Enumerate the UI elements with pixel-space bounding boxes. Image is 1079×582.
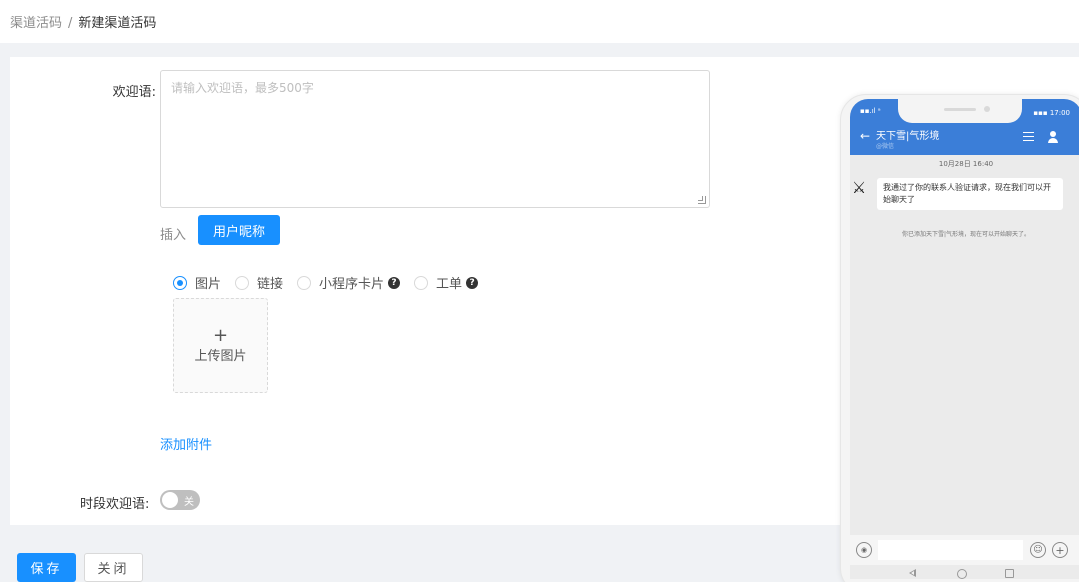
camera-icon [984,106,990,112]
add-attachment-link[interactable]: 添加附件 [160,434,212,453]
chat-input-bar: ◉ ☺ + [850,535,1079,565]
emoji-icon: ☺ [1030,542,1046,558]
android-recent-icon [1005,569,1014,578]
phone-notch [898,99,1022,123]
attachment-type-radio-group: 图片 链接 小程序卡片 ? 工单 ? [173,273,492,292]
person-icon [1047,131,1059,143]
breadcrumb-separator: / [68,16,73,31]
plus-circle-icon: + [1052,542,1068,558]
breadcrumb: 渠道活码 / 新建渠道活码 [0,0,1079,43]
question-circle-icon[interactable]: ? [466,276,479,289]
radio-link[interactable]: 链接 [235,273,283,292]
greeting-label: 欢迎语: [112,85,156,100]
chat-message-bubble: 我通过了你的联系人验证请求，现在我们可以开始聊天了 [877,178,1063,210]
breadcrumb-current: 新建渠道活码 [78,16,157,31]
chat-input [878,540,1023,560]
radio-image[interactable]: 图片 [173,273,221,292]
switch-knob [162,492,178,508]
radio-checked-icon[interactable] [173,275,187,290]
greeting-textarea[interactable]: 请输入欢迎语，最多500字 [160,70,710,208]
radio-unchecked-icon[interactable] [297,275,312,290]
phone-preview: ▪▪.ıl ᵃ ▪▪▪ 17:00 ← 天下雪|气形境 @微信 10月28日 1… [840,94,1079,582]
radio-miniprogram-label: 小程序卡片 [319,277,385,292]
android-home-icon [957,569,967,579]
chat-system-message: 你已添加天下雪|气形境，现在可以开始聊天了。 [901,231,1031,238]
insert-label: 插入 [160,228,187,243]
menu-icon [1023,132,1034,141]
upload-image-button[interactable]: + 上传图片 [173,298,268,393]
radio-image-label: 图片 [195,277,222,292]
timed-greeting-switch[interactable]: 关 [160,490,200,510]
resize-handle-icon[interactable] [698,196,706,204]
radio-unchecked-icon[interactable] [414,275,429,290]
radio-miniprogram[interactable]: 小程序卡片 ? [297,273,401,292]
insert-nickname-button[interactable]: 用户昵称 [198,215,280,245]
phone-screen: ▪▪.ıl ᵃ ▪▪▪ 17:00 ← 天下雪|气形境 @微信 10月28日 1… [850,99,1079,579]
radio-link-label: 链接 [257,277,284,292]
voice-icon: ◉ [856,542,872,558]
question-circle-icon[interactable]: ? [388,276,401,289]
arrow-left-icon: ← [860,129,871,143]
breadcrumb-parent-link[interactable]: 渠道活码 [10,16,62,31]
status-bar-signal: ▪▪.ıl ᵃ [860,107,881,115]
timed-greeting-label: 时段欢迎语: [80,497,150,512]
close-button[interactable]: 关闭 [84,553,143,582]
greeting-placeholder: 请输入欢迎语，最多500字 [171,81,314,95]
save-button[interactable]: 保存 [17,553,76,582]
android-back-icon [909,569,916,577]
plus-icon: + [212,325,229,346]
chat-timestamp: 10月28日 16:40 [938,160,994,168]
radio-ticket[interactable]: 工单 ? [414,273,479,292]
chat-header: ▪▪.ıl ᵃ ▪▪▪ 17:00 ← 天下雪|气形境 @微信 [850,99,1079,155]
avatar: ⚔ [851,178,867,197]
status-bar-time: ▪▪▪ 17:00 [1033,109,1070,117]
speaker-grille [944,108,976,111]
radio-unchecked-icon[interactable] [235,275,250,290]
radio-ticket-label: 工单 [436,277,463,292]
chat-subtitle: @微信 [876,143,895,150]
switch-off-text: 关 [184,497,194,508]
chat-title: 天下雪|气形境 [876,131,940,142]
upload-image-label: 上传图片 [194,349,247,364]
